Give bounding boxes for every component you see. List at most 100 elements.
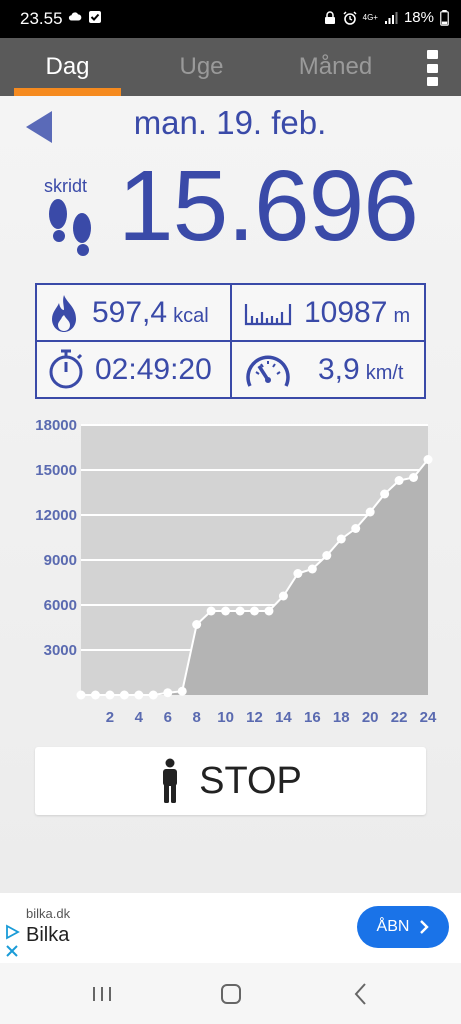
chart-x-tick-label: 4 [135,709,144,726]
status-time: 23.55 [20,9,63,28]
date-label: man. 19. feb. [133,104,327,141]
chart-y-tick-label: 3000 [44,642,77,659]
chart-x-tick-label: 6 [164,709,172,726]
system-nav-bar [0,963,461,1024]
steps-value: 15.696 [118,150,419,262]
chart-x-tick-label: 8 [192,709,200,726]
adchoices-icon[interactable] [4,924,20,958]
distance-cell: 10987 m [232,285,424,340]
chart-data-point [423,455,433,464]
chart-data-point [250,606,259,616]
chart-data-point [293,569,303,578]
chart-data-point [163,688,173,698]
distance-value: 10987 [304,295,388,329]
tab-day[interactable]: Dag [14,38,121,96]
chart-data-point [105,690,115,700]
alarm-icon [343,10,357,25]
stop-button-label: STOP [199,759,302,802]
chart-x-tick-label: 22 [391,709,408,726]
chart-data-point [322,551,332,560]
status-bar: 23.55 4G+ 18% [0,0,461,38]
lock-icon [324,10,335,24]
ad-banner[interactable]: bilka.dk Bilka ÅBN [0,893,461,963]
tab-day-label: Dag [45,53,90,80]
chart-y-tick-label: 9000 [44,552,77,569]
main-content: man. 19. feb. skridt 15.696 597,4 kcal 1… [0,96,461,893]
chart-data-point [221,606,231,616]
speed-unit: km/t [365,361,404,384]
stats-grid: 597,4 kcal 10987 m 02:49:20 3,9 km/t [35,283,426,399]
chart-data-point [134,690,144,700]
chart-x-tick-label: 10 [217,709,234,726]
chart-x-tick-label: 2 [106,709,114,726]
chart-data-point [336,534,346,544]
chart-y-tick-label: 15000 [35,462,77,479]
battery-percent: 18% [403,9,434,26]
chart-y-tick-label: 12000 [35,507,77,524]
tab-month[interactable]: Måned [282,38,389,96]
chart-data-point [119,690,129,700]
cloud-icon [68,12,82,21]
network-type: 4G+ [362,13,378,22]
chart-y-tick-label: 18000 [35,417,77,434]
chart-data-point [76,690,86,700]
calories-value: 597,4 [92,295,168,329]
stop-button[interactable]: STOP [35,747,426,815]
checkbox-icon [89,11,101,23]
steps-label: skridt [44,176,88,196]
ruler-icon [244,304,292,326]
chart-data-point [206,606,216,616]
ad-domain: bilka.dk [26,906,71,921]
tab-month-label: Måned [298,53,373,80]
chart-data-point [235,606,245,616]
active-tab-indicator [14,88,121,96]
chart-data-point [307,564,317,574]
chart-data-point [380,489,390,499]
speed-value: 3,9 [318,352,360,386]
left-triangle-icon[interactable] [24,110,54,144]
chevron-right-icon [420,920,430,934]
chart-data-point [192,620,202,629]
calories-unit: kcal [173,304,209,327]
chart-x-tick-label: 18 [333,709,350,726]
chart-x-tick-label: 24 [420,709,437,726]
chart-data-point [148,690,158,700]
signal-icon [384,11,398,24]
chart-data-point [351,524,361,533]
ad-title: Bilka [26,924,70,946]
chart-x-tick-label: 12 [246,709,263,726]
recents-icon[interactable] [82,979,122,1009]
tab-bar: Dag Uge Måned [0,38,461,96]
chart-data-point [365,507,375,517]
calories-cell: 597,4 kcal [37,285,230,340]
chart-data-point [264,606,274,616]
chart-x-tick-label: 16 [304,709,321,726]
duration-cell: 02:49:20 [37,342,230,397]
chart-x-tick-label: 20 [362,709,379,726]
ad-open-button[interactable]: ÅBN [357,906,449,948]
chart-data-point [177,686,187,696]
speed-cell: 3,9 km/t [232,342,424,397]
back-icon[interactable] [341,979,381,1009]
tab-week-label: Uge [179,53,224,80]
tab-week[interactable]: Uge [148,38,255,96]
distance-unit: m [393,304,411,327]
chart-x-tick-label: 14 [275,709,292,726]
chart-y-tick-label: 6000 [44,597,77,614]
footprints-icon [49,199,91,256]
speedometer-icon [246,355,290,387]
chart-data-point [278,591,288,601]
chart-data-point [394,476,404,485]
person-icon [163,758,178,803]
overflow-menu-icon[interactable] [427,50,441,86]
battery-icon [440,9,449,26]
stopwatch-icon [49,349,83,389]
steps-chart-svg: 3000600090001200015000180002 4 6 8 10 12 14 16 1… [35,417,437,726]
ad-open-button-label: ÅBN [376,918,410,935]
duration-value: 02:49:20 [95,352,212,386]
flame-icon [52,295,76,332]
chart-data-point [90,690,100,700]
chart-data-point [409,473,419,482]
home-icon[interactable] [211,979,251,1009]
steps-chart: 3000 6000 9000 12000 15000 18000 2 4 6 8 10 12 14 16 1… [0,416,461,736]
